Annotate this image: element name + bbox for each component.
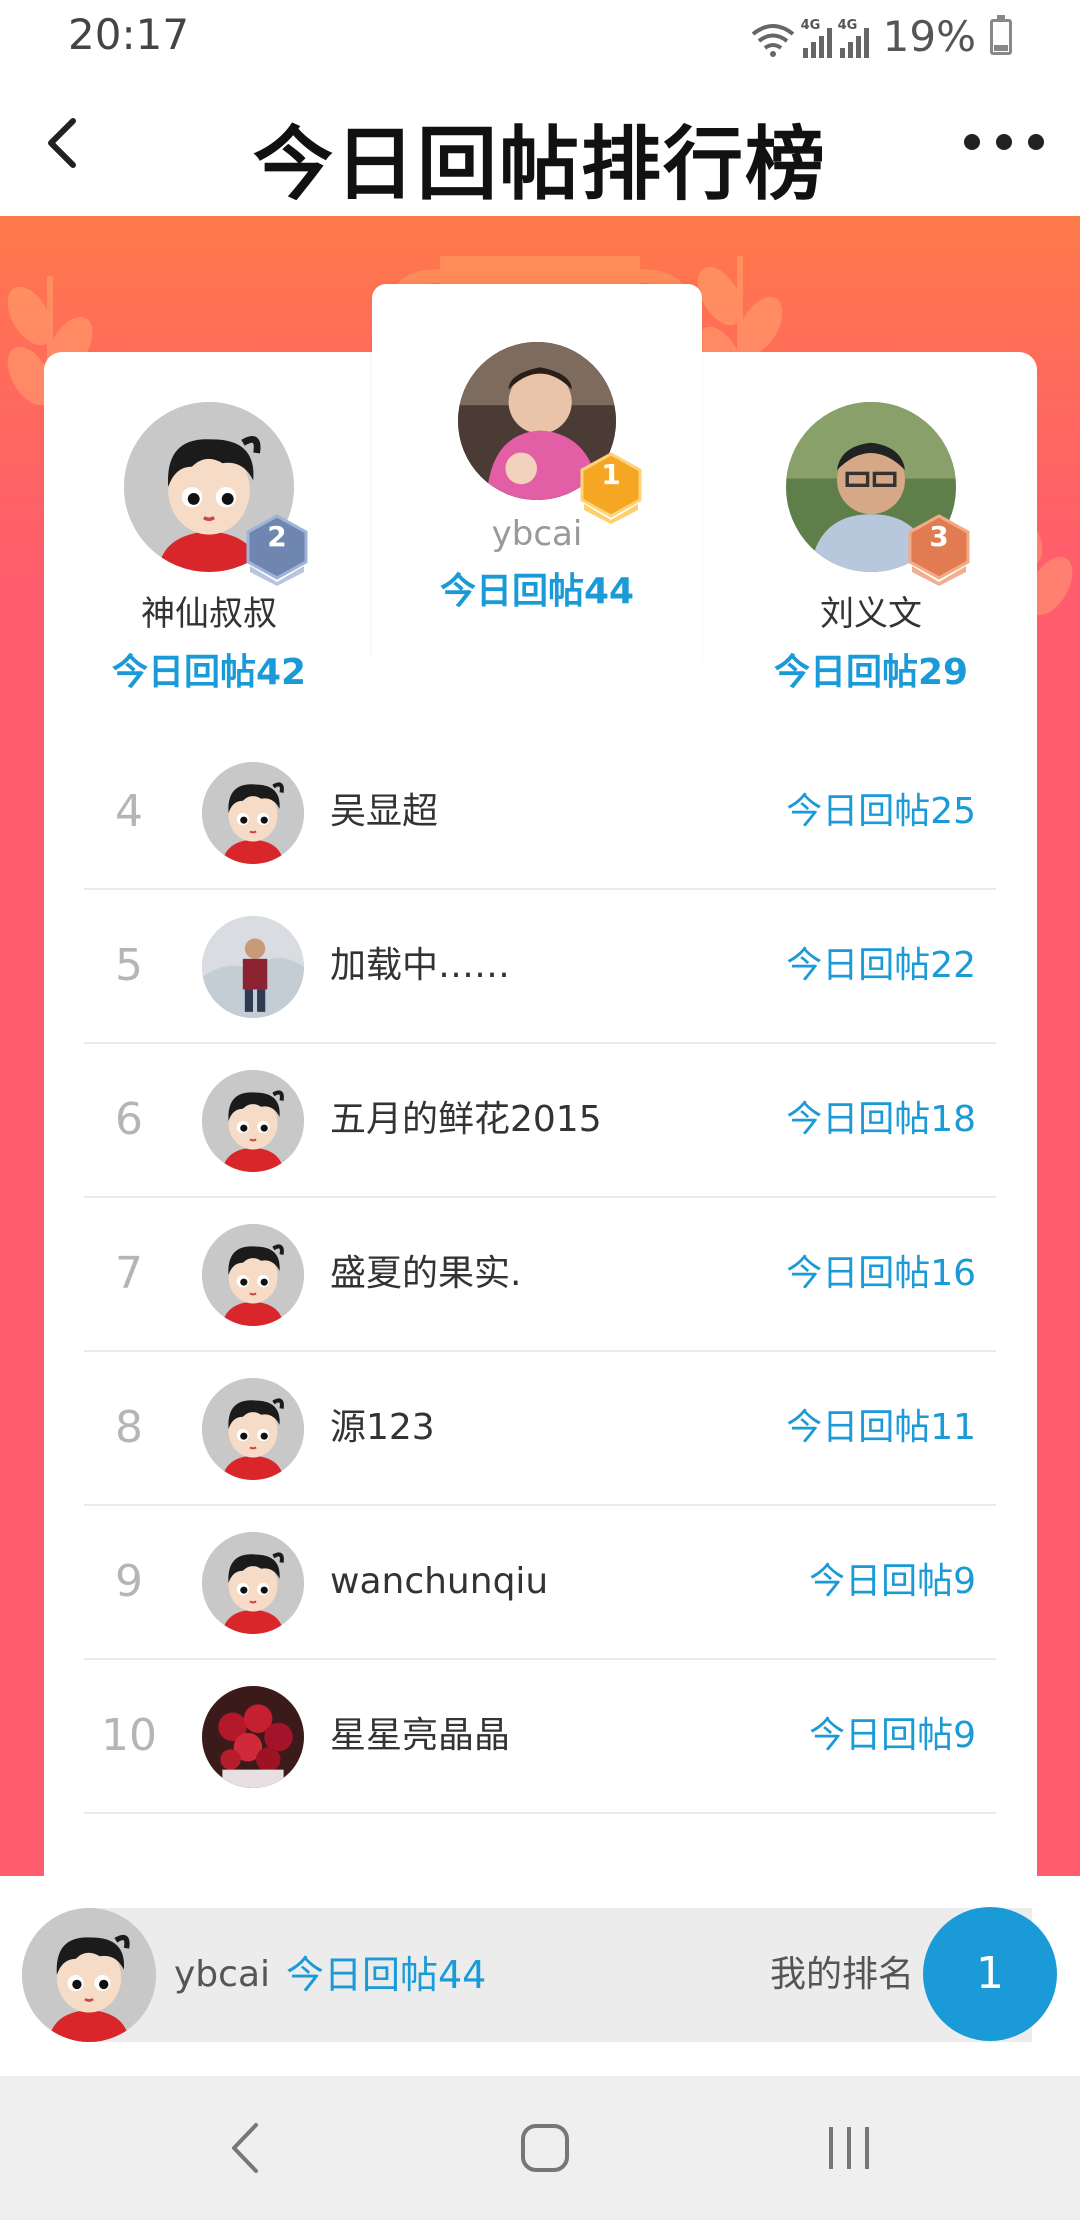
podium-score: 今日回帖42 (111, 652, 307, 693)
podium-name: 刘义文 (820, 594, 922, 634)
status-bar: 20:17 4G 4G 19% (0, 0, 1080, 72)
user-score: 今日回帖9 (809, 1561, 976, 1602)
user-name: 盛夏的果实. (330, 1253, 522, 1294)
battery-icon (990, 14, 1012, 55)
user-score: 今日回帖25 (786, 791, 976, 832)
podium-score: 今日回帖29 (773, 652, 969, 693)
podium-third[interactable]: 3 刘义文 今日回帖29 (756, 402, 986, 695)
user-name: 加载中…… (330, 945, 511, 986)
ranking-row[interactable]: 5 加载中…… 今日回帖22 (84, 890, 996, 1044)
nav-home-icon (521, 2124, 569, 2172)
rank-number: 3 (929, 520, 949, 553)
avatar (202, 916, 304, 1018)
my-score: 今日回帖44 (286, 1953, 487, 1997)
my-rank-bar[interactable]: ybcai 今日回帖44 我的排名 (22, 1908, 1032, 2042)
ranking-row[interactable]: 7 盛夏的果实. 今日回帖16 (84, 1198, 996, 1352)
ranking-row[interactable]: 8 源123 今日回帖11 (84, 1352, 996, 1506)
signal-icon: 4G (838, 18, 869, 58)
more-button[interactable] (964, 122, 1044, 162)
user-score: 今日回帖22 (786, 945, 976, 986)
podium-second[interactable]: 2 神仙叔叔 今日回帖42 (94, 402, 324, 695)
user-name: wanchunqiu (330, 1561, 549, 1602)
user-name: 源123 (330, 1407, 435, 1448)
user-score: 今日回帖16 (786, 1253, 976, 1294)
user-score: 今日回帖11 (786, 1407, 976, 1448)
podium-score: 今日回帖44 (439, 571, 635, 612)
rank-number: 10 (101, 1710, 157, 1761)
rank-number: 9 (115, 1556, 143, 1607)
my-avatar (22, 1908, 156, 2042)
user-name: 吴显超 (330, 791, 439, 832)
avatar (202, 1224, 304, 1326)
user-name: 星星亮晶晶 (330, 1715, 511, 1756)
nav-back-icon (232, 2123, 258, 2173)
bronze-rank-badge-icon: 3 (906, 514, 972, 586)
page-title: 今日回帖排行榜 (253, 118, 827, 211)
my-name: ybcai (174, 1954, 271, 1995)
rank-number: 4 (115, 786, 143, 837)
user-name: 五月的鲜花2015 (330, 1099, 602, 1140)
avatar (202, 1532, 304, 1634)
ranking-row[interactable]: 9 wanchunqiu 今日回帖9 (84, 1506, 996, 1660)
podium-first[interactable]: 1 ybcai 今日回帖44 (412, 342, 662, 614)
more-dots-icon (964, 134, 980, 150)
wifi-icon (751, 23, 794, 57)
rank-number: 8 (115, 1402, 143, 1453)
avatar (202, 1378, 304, 1480)
user-score: 今日回帖18 (786, 1099, 976, 1140)
app-header: 今日回帖排行榜 (0, 72, 1080, 216)
rank-number: 6 (115, 1094, 143, 1145)
nav-recents-icon (829, 2127, 869, 2169)
podium-name: 神仙叔叔 (141, 594, 277, 634)
ranking-row[interactable]: 4 吴显超 今日回帖25 (84, 736, 996, 890)
avatar (202, 1070, 304, 1172)
signal-label: 4G (800, 17, 821, 33)
my-rank-label: 我的排名 (769, 1954, 914, 1995)
avatar (202, 1686, 304, 1788)
status-icons: 4G 4G 19% (751, 12, 1012, 61)
rank-number: 5 (115, 940, 143, 991)
silver-rank-badge-icon: 2 (244, 514, 310, 586)
ranking-row[interactable]: 6 五月的鲜花2015 今日回帖18 (84, 1044, 996, 1198)
battery-percent: 19% (882, 12, 976, 61)
user-score: 今日回帖9 (809, 1715, 976, 1756)
avatar (202, 762, 304, 864)
ranking-list: 4 吴显超 今日回帖25 5 加载中…… 今日回帖22 6 五月的鲜花2015 … (84, 736, 996, 1814)
rank-number: 7 (115, 1248, 143, 1299)
status-time: 20:17 (68, 10, 190, 59)
signal-icon: 4G (801, 18, 832, 58)
nav-home-button[interactable] (500, 2108, 590, 2188)
gold-rank-badge-icon: 1 (578, 452, 644, 524)
nav-back-button[interactable] (200, 2108, 290, 2188)
signal-label: 4G (837, 17, 858, 33)
my-rank-number: 1 (923, 1907, 1057, 2041)
rank-number: 2 (267, 520, 287, 553)
ranking-row[interactable]: 10 星星亮晶晶 今日回帖9 (84, 1660, 996, 1814)
nav-recents-button[interactable] (804, 2108, 894, 2188)
system-nav-bar (0, 2076, 1080, 2220)
rank-number: 1 (601, 458, 621, 491)
